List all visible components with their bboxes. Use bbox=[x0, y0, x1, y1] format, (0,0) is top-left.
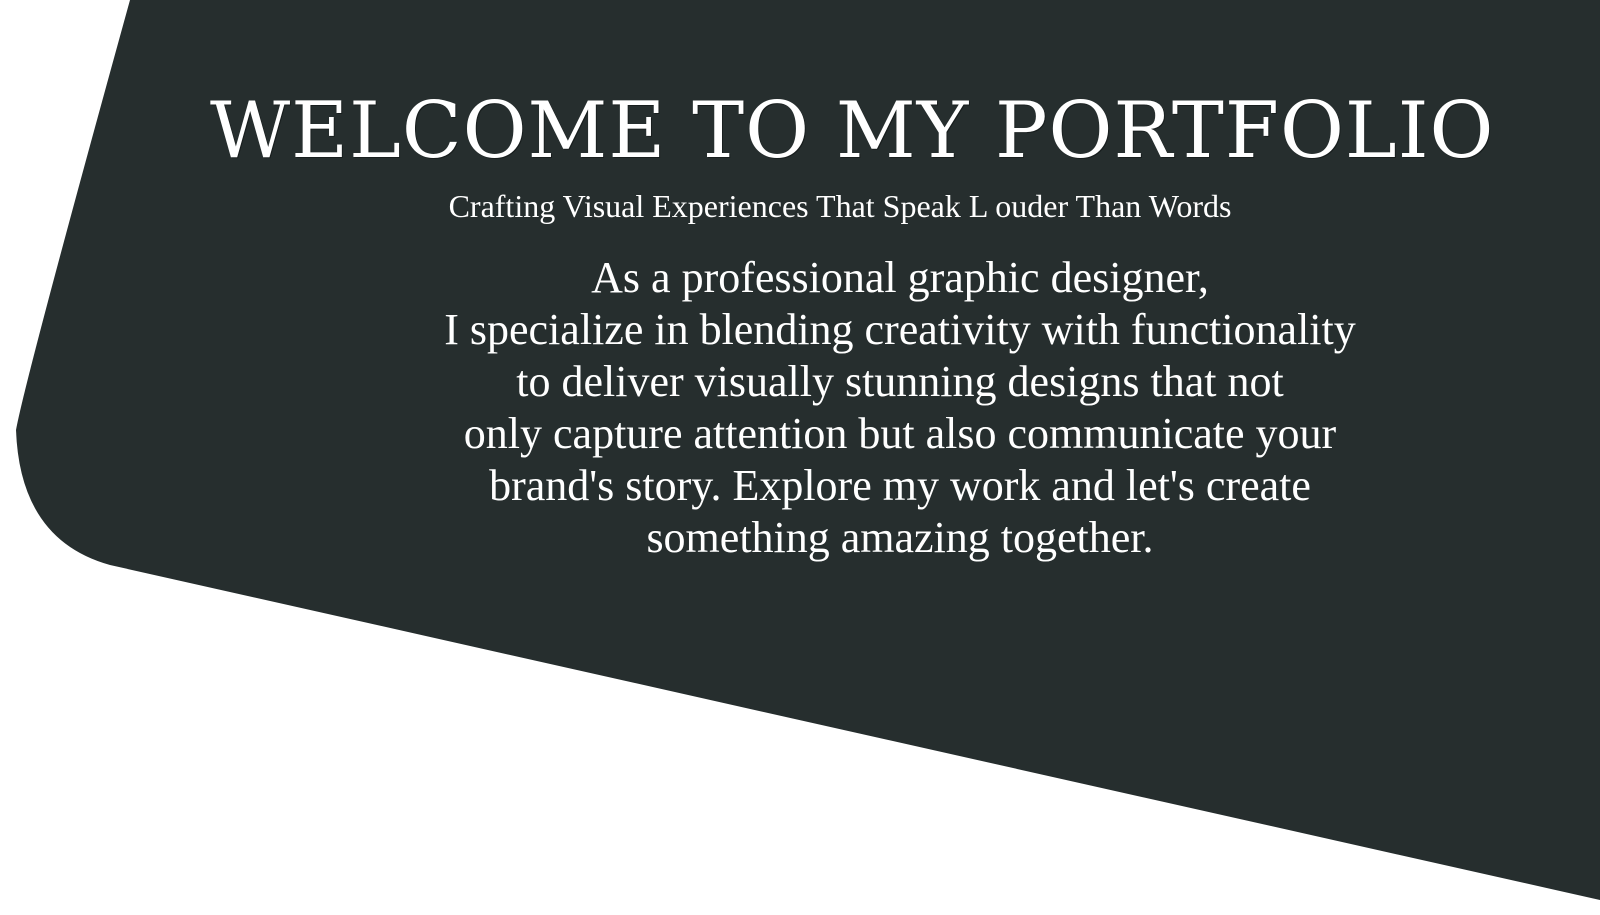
intro-line: something amazing together. bbox=[646, 513, 1154, 562]
hero-content: WELCOME TO MY PORTFOLIO Crafting Visual … bbox=[0, 0, 1600, 915]
intro-line: to deliver visually stunning designs tha… bbox=[516, 357, 1284, 406]
intro-line: I specialize in blending creativity with… bbox=[444, 305, 1356, 354]
page-title: WELCOME TO MY PORTFOLIO bbox=[210, 86, 1495, 176]
intro-line: only capture attention but also communic… bbox=[463, 409, 1337, 458]
page-subtitle: Crafting Visual Experiences That Speak L… bbox=[448, 188, 1232, 224]
intro-line: As a professional graphic designer, bbox=[591, 253, 1209, 302]
intro-paragraph: As a professional graphic designer, I sp… bbox=[400, 252, 1400, 564]
intro-line: brand's story. Explore my work and let's… bbox=[489, 461, 1311, 510]
portfolio-hero-section: WELCOME TO MY PORTFOLIO Crafting Visual … bbox=[0, 0, 1600, 915]
